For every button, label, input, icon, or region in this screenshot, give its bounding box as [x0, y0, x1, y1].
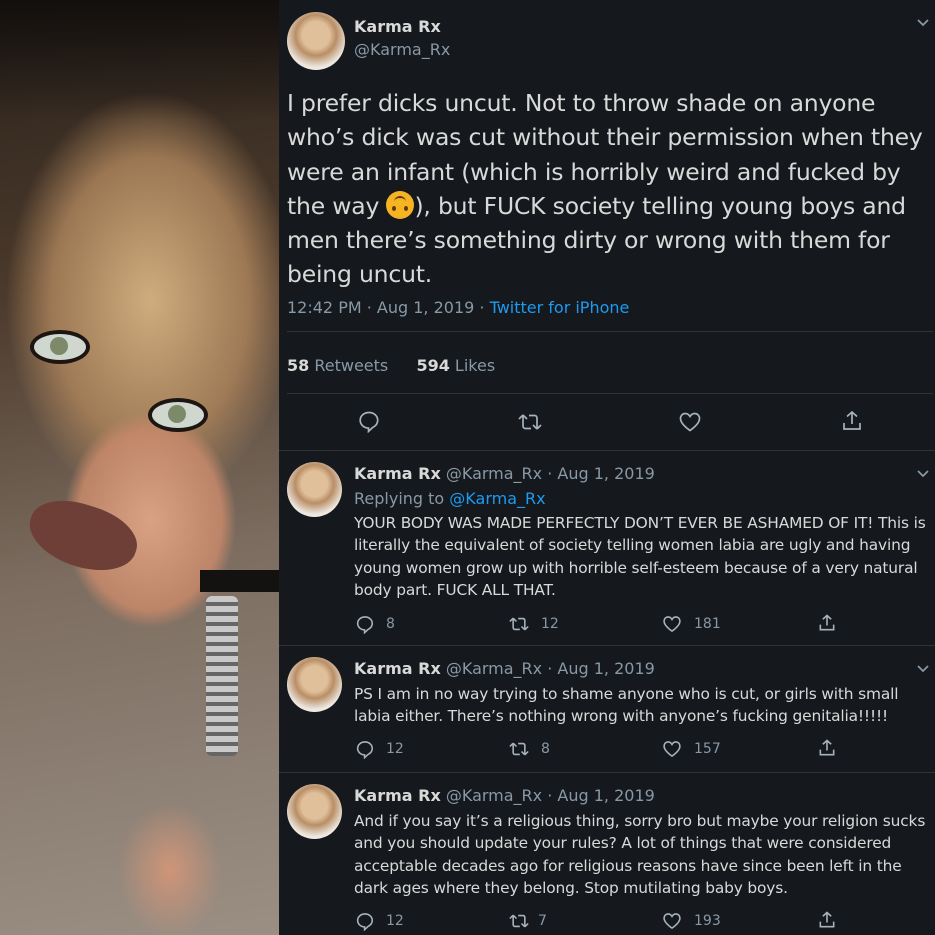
- reply-header: Karma Rx @Karma_Rx · Aug 1, 2019: [354, 786, 655, 805]
- reply-text: And if you say it’s a religious thing, s…: [354, 812, 926, 897]
- retweet-icon[interactable]: [508, 614, 530, 634]
- reply-count: 8: [386, 616, 395, 632]
- like-count: 181: [694, 616, 721, 632]
- reply-header: Karma Rx @Karma_Rx · Aug 1, 2019: [354, 659, 655, 678]
- tweet-panel: Karma Rx @Karma_Rx I prefer dicks uncut.…: [279, 0, 935, 935]
- retweet-count: 8: [541, 741, 550, 757]
- chevron-down-icon[interactable]: [916, 467, 930, 481]
- retweet-icon[interactable]: [508, 911, 530, 931]
- like-icon[interactable]: [662, 614, 682, 634]
- author-name[interactable]: Karma Rx: [354, 17, 441, 36]
- retweet-count: 7: [538, 913, 547, 929]
- chevron-down-icon[interactable]: [916, 16, 930, 30]
- like-icon[interactable]: [662, 739, 682, 759]
- lips: [21, 489, 145, 583]
- likes-stat[interactable]: 594 Likes: [416, 356, 495, 375]
- avatar[interactable]: [287, 12, 345, 70]
- reply-icon[interactable]: [355, 739, 375, 759]
- share-icon[interactable]: [817, 910, 837, 930]
- reply-avatar[interactable]: [287, 657, 342, 712]
- reply-author-name[interactable]: Karma Rx: [354, 786, 441, 805]
- like-count: 193: [694, 913, 721, 929]
- divider: [279, 645, 935, 646]
- divider: [287, 393, 933, 394]
- divider: [287, 331, 933, 332]
- reply-header: Karma Rx @Karma_Rx · Aug 1, 2019: [354, 464, 655, 483]
- replying-to-link[interactable]: @Karma_Rx: [449, 489, 545, 508]
- reply-icon[interactable]: [355, 614, 375, 634]
- reply-avatar[interactable]: [287, 462, 342, 517]
- retweet-count: 12: [541, 616, 559, 632]
- chain: [206, 596, 238, 756]
- reply-avatar[interactable]: [287, 784, 342, 839]
- like-count: 157: [694, 741, 721, 757]
- tweet-text: I prefer dicks uncut. Not to throw shade…: [287, 89, 923, 289]
- reply-icon[interactable]: [357, 409, 381, 437]
- divider: [279, 772, 935, 773]
- reply-text: YOUR BODY WAS MADE PERFECTLY DON’T EVER …: [354, 514, 926, 599]
- tweet-source[interactable]: Twitter for iPhone: [490, 298, 630, 317]
- author-handle[interactable]: @Karma_Rx: [354, 40, 450, 59]
- like-icon[interactable]: [678, 410, 702, 438]
- tweet-time[interactable]: 12:42 PM · Aug 1, 2019 ·: [287, 298, 490, 317]
- eye-right: [148, 398, 208, 432]
- share-icon[interactable]: [817, 738, 837, 758]
- divider: [279, 450, 935, 451]
- retweet-icon[interactable]: [517, 410, 543, 438]
- tweet-stats: 58 Retweets 594 Likes: [287, 356, 495, 375]
- like-icon[interactable]: [662, 911, 682, 931]
- reply-icon[interactable]: [355, 911, 375, 931]
- profile-photo: [0, 0, 279, 935]
- eye-left: [30, 330, 90, 364]
- chevron-down-icon[interactable]: [916, 662, 930, 676]
- upside-down-face-emoji-icon: [386, 190, 415, 219]
- tweet-meta: 12:42 PM · Aug 1, 2019 · Twitter for iPh…: [287, 298, 629, 317]
- reply-count: 12: [386, 913, 404, 929]
- choker: [200, 570, 279, 592]
- reply-author-name[interactable]: Karma Rx: [354, 464, 441, 483]
- reply-author-name[interactable]: Karma Rx: [354, 659, 441, 678]
- reply-count: 12: [386, 741, 404, 757]
- share-icon[interactable]: [817, 613, 837, 633]
- share-icon[interactable]: [840, 409, 864, 437]
- reply-text: PS I am in no way trying to shame anyone…: [354, 685, 899, 726]
- replying-to: Replying to @Karma_Rx: [354, 489, 546, 508]
- retweet-icon[interactable]: [508, 739, 530, 759]
- retweets-stat[interactable]: 58 Retweets: [287, 356, 388, 375]
